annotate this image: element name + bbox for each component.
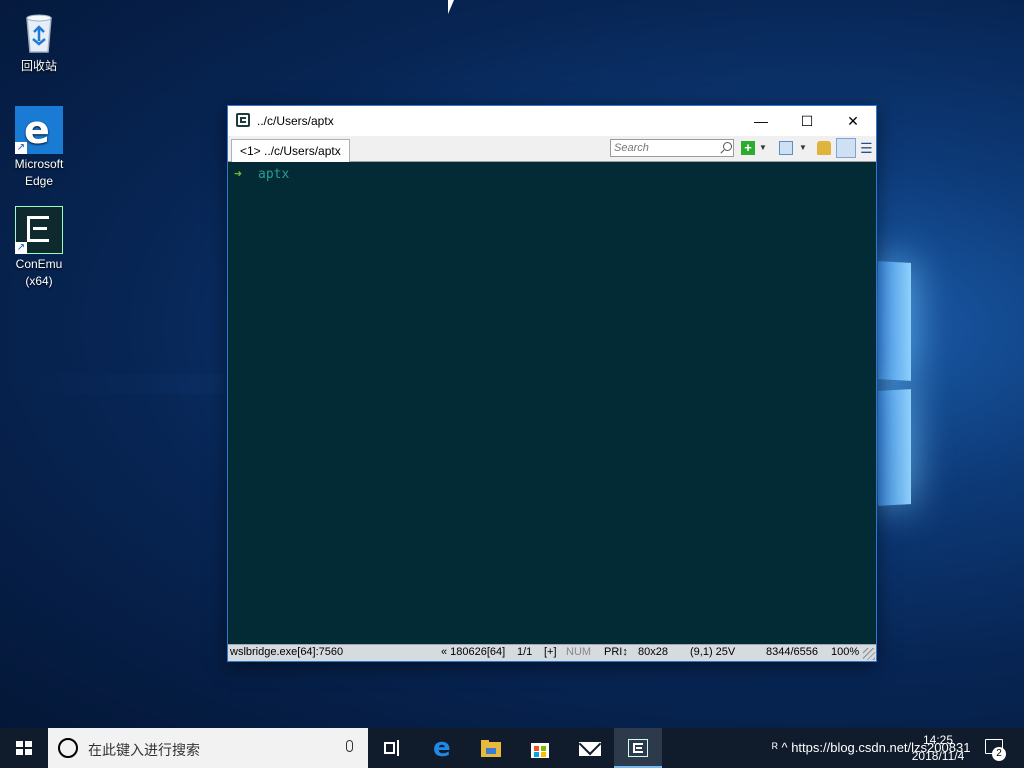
taskbar-edge[interactable]: e bbox=[418, 728, 466, 768]
shortcut-arrow-icon: ↗ bbox=[15, 142, 27, 154]
task-view-icon bbox=[382, 738, 402, 758]
start-button[interactable] bbox=[0, 728, 48, 768]
status-plus[interactable]: [+] bbox=[544, 645, 557, 660]
desktop-background: 回收站 e ↗ Microsoft Edge ↗ ConEmu (x64) ..… bbox=[0, 0, 1024, 728]
menu-icon[interactable]: ☰ bbox=[860, 141, 874, 155]
taskbar-clock[interactable]: 14:25 2018/11/4 bbox=[900, 732, 976, 764]
conemu-icon bbox=[628, 738, 648, 758]
status-buffer[interactable]: 8344/6556 bbox=[766, 645, 818, 660]
taskbar-store[interactable] bbox=[516, 728, 564, 768]
search-input[interactable]: Search bbox=[610, 139, 734, 157]
desktop-icon-label: 回收站 bbox=[20, 59, 57, 73]
clock-date: 2018/11/4 bbox=[911, 749, 965, 763]
folder-icon bbox=[481, 738, 501, 758]
layout-dropdown-icon[interactable]: ▼ bbox=[799, 141, 809, 155]
new-console-button[interactable]: + bbox=[741, 141, 755, 155]
status-console-size[interactable]: 80x28 bbox=[638, 645, 668, 660]
desktop-icon-label: ConEmu (x64) bbox=[15, 257, 63, 288]
desktop-icon-recycle-bin[interactable]: 回收站 bbox=[1, 8, 77, 75]
status-zoom[interactable]: 100% bbox=[831, 645, 859, 660]
minimize-button[interactable]: — bbox=[738, 106, 784, 136]
cortana-icon[interactable] bbox=[58, 738, 78, 758]
shortcut-arrow-icon: ↗ bbox=[15, 242, 27, 254]
resize-grip[interactable] bbox=[863, 648, 875, 660]
microphone-icon[interactable] bbox=[346, 740, 353, 752]
taskbar-mail[interactable] bbox=[565, 728, 613, 768]
windows-logo-pane-top bbox=[878, 261, 911, 381]
conemu-window[interactable]: ../c/Users/aptx — ☐ ✕ <1> ../c/Users/apt… bbox=[227, 105, 877, 662]
windows-logo-icon bbox=[16, 741, 32, 755]
notification-badge: 2 bbox=[992, 747, 1006, 761]
taskbar-search-placeholder: 在此键入进行搜索 bbox=[88, 742, 200, 758]
store-icon bbox=[530, 738, 550, 758]
window-titlebar[interactable]: ../c/Users/aptx — ☐ ✕ bbox=[228, 106, 876, 136]
desktop-icon-edge[interactable]: e ↗ Microsoft Edge bbox=[1, 106, 77, 190]
window-title: ../c/Users/aptx bbox=[257, 114, 334, 128]
taskbar-search-box[interactable]: 在此键入进行搜索 bbox=[48, 728, 368, 768]
conemu-icon: ↗ bbox=[15, 206, 63, 254]
new-console-dropdown-icon[interactable]: ▼ bbox=[759, 141, 769, 155]
layout-button[interactable] bbox=[779, 141, 793, 155]
search-icon[interactable] bbox=[721, 141, 733, 155]
lock-icon[interactable] bbox=[817, 141, 831, 155]
windows-logo-pane-bottom bbox=[878, 389, 911, 506]
taskbar-file-explorer[interactable] bbox=[467, 728, 515, 768]
conemu-icon bbox=[236, 113, 250, 127]
edge-icon: e ↗ bbox=[15, 106, 63, 154]
taskbar-conemu[interactable] bbox=[614, 728, 662, 768]
taskbar-task-view[interactable] bbox=[368, 728, 416, 768]
status-build[interactable]: « 180626[64] bbox=[441, 645, 505, 660]
desktop-icon-label: Microsoft Edge bbox=[14, 157, 64, 188]
taskbar: 在此键入进行搜索 e ᴿ ^ https://blog.csdn.net/lzs… bbox=[0, 728, 1024, 768]
mouse-cursor-icon bbox=[448, 0, 454, 14]
recycle-bin-icon bbox=[15, 8, 63, 56]
desktop-icon-conemu[interactable]: ↗ ConEmu (x64) bbox=[1, 206, 77, 290]
tab-bar: <1> ../c/Users/aptx Search + ▼ ▼ ☰ bbox=[228, 136, 876, 162]
status-process[interactable]: wslbridge.exe[64]:7560 bbox=[230, 645, 343, 660]
clock-time: 14:25 bbox=[922, 733, 954, 747]
tab-console-1[interactable]: <1> ../c/Users/aptx bbox=[231, 139, 350, 162]
edge-icon: e bbox=[433, 733, 451, 763]
status-cursor-position[interactable]: (9,1) 25V bbox=[690, 645, 735, 660]
status-bar: wslbridge.exe[64]:7560 « 180626[64] 1/1 … bbox=[228, 644, 876, 661]
prompt-arrow: ➜ bbox=[234, 167, 242, 182]
close-button[interactable]: ✕ bbox=[830, 106, 876, 136]
maximize-button[interactable]: ☐ bbox=[784, 106, 830, 136]
status-numlock[interactable]: NUM bbox=[566, 645, 591, 660]
status-console-index[interactable]: 1/1 bbox=[517, 645, 532, 660]
panel-toggle-button[interactable] bbox=[836, 138, 856, 158]
mail-icon bbox=[578, 732, 602, 758]
console-area[interactable]: ➜ aptx bbox=[228, 162, 876, 645]
prompt-directory: aptx bbox=[258, 167, 290, 182]
status-priority[interactable]: PRI↕ bbox=[604, 645, 628, 660]
